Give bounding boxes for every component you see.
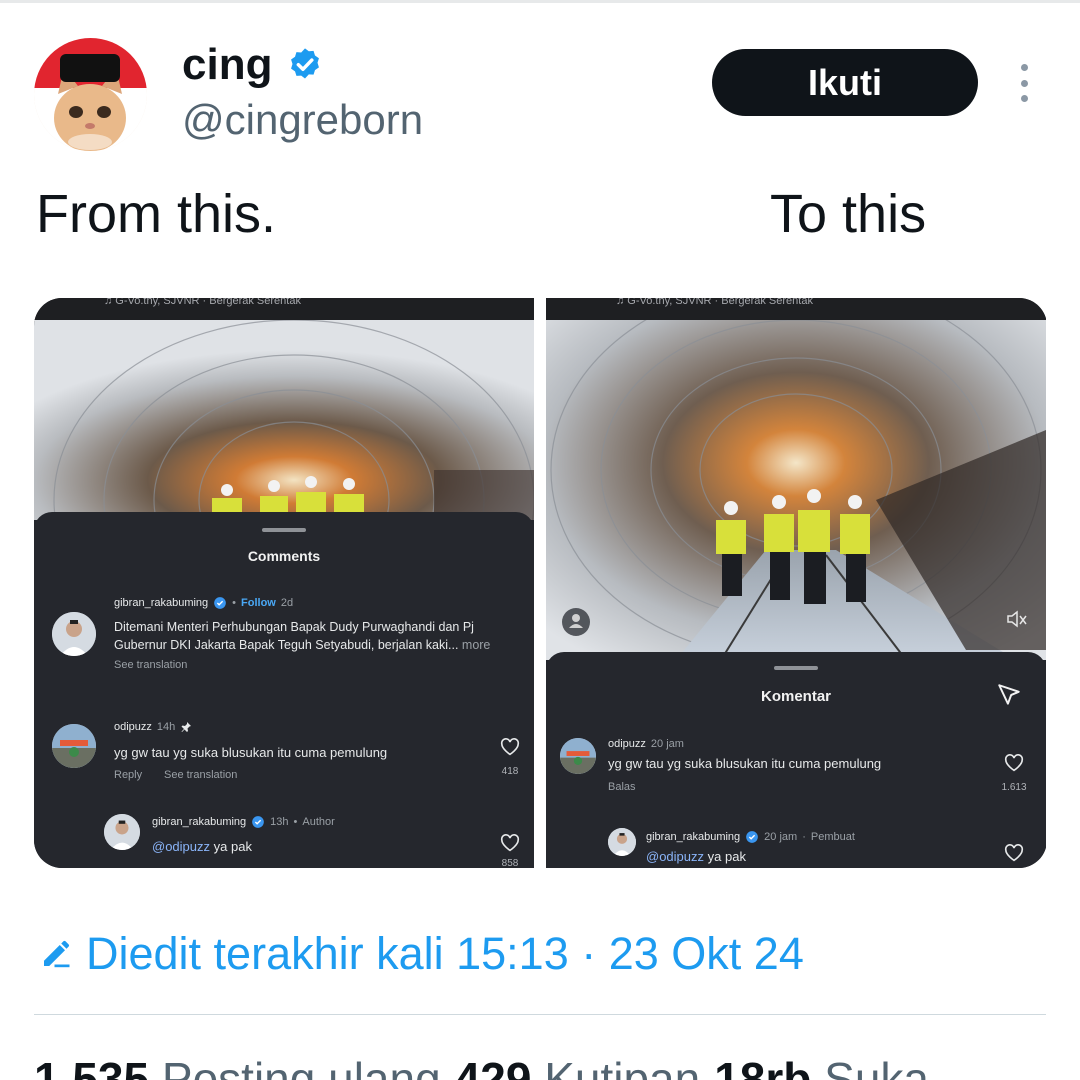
mention-link[interactable]: @odipuzz: [152, 839, 210, 854]
comment-header: odipuzz 20 jam: [608, 738, 684, 750]
commenter-avatar[interactable]: [608, 828, 636, 856]
comment-text: yg gw tau yg suka blusukan itu cuma pemu…: [114, 745, 388, 760]
heart-icon[interactable]: [1004, 844, 1024, 862]
more-options-icon[interactable]: [1010, 64, 1038, 102]
heart-icon[interactable]: [500, 834, 520, 852]
comment-username[interactable]: gibran_rakabuming: [646, 831, 740, 843]
author-label: Pembuat: [810, 831, 855, 843]
sheet-title: Comments: [247, 548, 321, 564]
comment-text: Ditemani Menteri Perhubungan Bapak Dudy …: [114, 618, 524, 654]
comment-header: gibran_rakabuming • Follow 2d: [114, 597, 294, 609]
verified-badge-icon: [252, 816, 265, 828]
comment-age: 20 jam: [650, 738, 684, 750]
like-count: 858: [501, 858, 519, 868]
commenter-avatar[interactable]: [52, 724, 96, 768]
like-count: 418: [501, 766, 519, 777]
edited-history-link[interactable]: Diedit terakhir kali 15:13 · 23 Okt 24: [38, 928, 804, 980]
commenter-avatar[interactable]: [560, 738, 596, 774]
tweet-text-left: From this.: [36, 184, 277, 244]
music-text: ♫ G-Vo.thy, SJVNR · Bergerak Serentak: [34, 298, 534, 322]
display-name[interactable]: cing: [182, 40, 324, 90]
follow-button[interactable]: Ikuti: [712, 49, 978, 116]
likes-stat[interactable]: 18rb Suka: [714, 1052, 929, 1080]
comment-header: odipuzz 14h: [114, 721, 192, 733]
follow-link[interactable]: Follow: [241, 597, 276, 609]
media-image-right[interactable]: ♫ G-Vo.thy, SJVNR · Bergerak Serentak Ko…: [546, 298, 1046, 868]
comment-text: @odipuzz ya pak: [646, 848, 746, 866]
comments-sheet[interactable]: Comments gibran_rakabuming • Follow 2d D…: [34, 512, 534, 868]
heart-icon[interactable]: [500, 738, 520, 756]
comment-text-body: ya pak: [213, 839, 252, 854]
profile-avatar[interactable]: [34, 38, 147, 151]
drag-handle[interactable]: [262, 528, 306, 532]
see-translation-link[interactable]: See translation: [164, 769, 237, 781]
edited-label[interactable]: Diedit terakhir kali 15:13 · 23 Okt 24: [86, 928, 804, 980]
tweet-text-right: To this: [770, 184, 927, 244]
mention-link[interactable]: @odipuzz: [646, 849, 704, 864]
tunnel-photo: [34, 320, 534, 520]
heart-icon[interactable]: [1004, 754, 1024, 772]
comment-age: 14h: [156, 721, 176, 733]
reply-link[interactable]: Balas: [608, 781, 636, 793]
comment-header: gibran_rakabuming 20 jam · Pembuat: [646, 831, 855, 843]
verified-badge-icon: [214, 597, 227, 609]
share-send-icon[interactable]: [996, 682, 1022, 708]
comment-username[interactable]: gibran_rakabuming: [114, 597, 208, 609]
display-name-text[interactable]: cing: [182, 40, 272, 90]
comment-age: 20 jam: [764, 831, 798, 843]
quotes-stat[interactable]: 429 Kutipan: [455, 1052, 701, 1080]
reply-link[interactable]: Reply: [114, 769, 142, 781]
comment-age: 13h: [270, 816, 289, 828]
comment-username[interactable]: odipuzz: [608, 738, 646, 750]
comment-text-line2: Gubernur DKI Jakarta Bapak Teguh Setyabu…: [114, 638, 459, 652]
engagement-stats: 1.535 Posting ulang 429 Kutipan 18rb Suk…: [34, 1052, 929, 1080]
stats-divider: [34, 1014, 1046, 1015]
pencil-edit-icon: [44, 941, 70, 968]
comment-text-line1: Ditemani Menteri Perhubungan Bapak Dudy …: [114, 620, 474, 634]
commenter-avatar[interactable]: [52, 612, 96, 656]
pin-icon: [181, 722, 192, 732]
music-text: ♫ G-Vo.thy, SJVNR · Bergerak Serentak: [546, 298, 1046, 322]
comment-text: yg gw tau yg suka blusukan itu cuma pemu…: [608, 756, 882, 771]
like-count: 1.613: [1001, 782, 1027, 793]
commenter-avatar[interactable]: [104, 814, 140, 850]
tunnel-photo: [546, 320, 1046, 660]
sheet-title: Komentar: [760, 688, 831, 705]
comment-username[interactable]: odipuzz: [114, 721, 152, 733]
comment-age: 2d: [280, 597, 294, 609]
verified-badge-icon: [746, 831, 759, 843]
verified-badge-icon: [291, 48, 320, 79]
top-divider: [0, 0, 1080, 3]
comment-username[interactable]: gibran_rakabuming: [152, 816, 246, 828]
tweet-media[interactable]: ♫ G-Vo.thy, SJVNR · Bergerak Serentak Co…: [34, 298, 1047, 868]
user-handle[interactable]: @cingreborn: [182, 96, 423, 144]
comments-sheet[interactable]: Komentar odipuzz 20 jam yg gw tau yg suk…: [546, 652, 1046, 868]
media-image-left[interactable]: ♫ G-Vo.thy, SJVNR · Bergerak Serentak Co…: [34, 298, 534, 868]
comment-header: gibran_rakabuming 13h • Author: [152, 816, 335, 828]
comment-text: @odipuzz ya pak: [152, 838, 252, 856]
comment-text-body: ya pak: [707, 849, 746, 864]
see-translation-link[interactable]: See translation: [114, 659, 187, 671]
reposts-stat[interactable]: 1.535 Posting ulang: [34, 1052, 441, 1080]
drag-handle[interactable]: [774, 666, 818, 670]
author-label: Author: [302, 816, 335, 828]
more-link[interactable]: more: [462, 638, 490, 652]
